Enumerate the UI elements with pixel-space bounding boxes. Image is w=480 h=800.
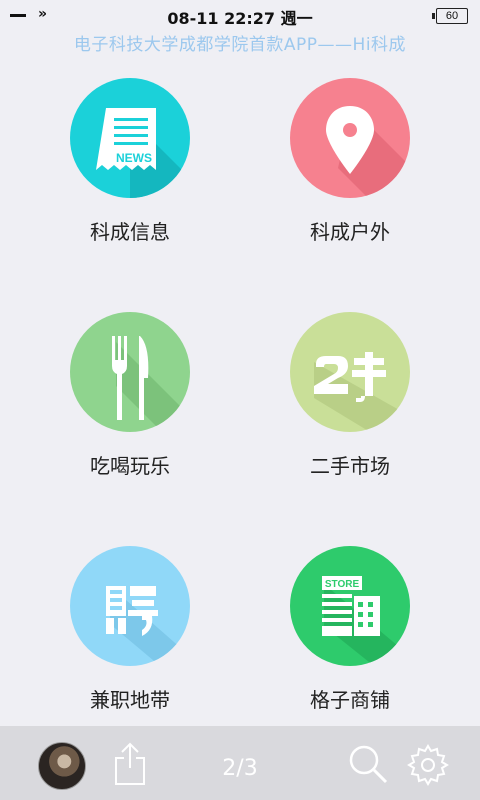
svg-text:STORE: STORE [325,579,360,590]
tile-label: 科成信息 [90,220,170,244]
tile-kecheng-news[interactable]: NEWS 科成信息 [30,78,230,278]
tile-kecheng-outdoor[interactable]: 科成户外 [250,78,450,278]
tile-circle: STORE [290,546,410,666]
tile-second-hand-market[interactable]: 二手市场 [250,312,450,512]
store-icon: STORE [322,576,410,666]
tile-label: 吃喝玩乐 [90,454,170,478]
tile-grid-shop[interactable]: STORE 格子商铺 [250,546,450,746]
tile-label: 科成户外 [310,220,390,244]
tile-circle [70,312,190,432]
status-bar: » 08-11 22:27 週一 60 [0,0,480,30]
tile-circle [290,78,410,198]
svg-text:NEWS: NEWS [116,151,152,165]
gear-icon[interactable] [406,742,450,786]
location-pin-icon [326,106,410,198]
news-icon: NEWS [96,108,190,198]
battery-icon: 60 [432,8,468,24]
tile-part-time-jobs[interactable]: 兼职地带 [30,546,230,746]
bottom-toolbar: 2/3 [0,726,480,800]
search-icon[interactable] [346,742,390,786]
recruit-icon [106,586,190,666]
tile-label: 二手市场 [310,454,390,478]
marquee-banner: 电子科技大学成都学院首款APP——Hi科成 [73,35,407,55]
tile-circle [290,312,410,432]
tile-label: 兼职地带 [90,688,170,712]
fork-knife-icon [112,336,190,432]
tile-eat-drink[interactable]: 吃喝玩乐 [30,312,230,512]
second-hand-icon [314,352,410,432]
status-datetime: 08-11 22:27 週一 [167,9,313,28]
tile-label: 格子商铺 [310,688,390,712]
tile-circle [70,546,190,666]
tile-circle: NEWS [70,78,190,198]
